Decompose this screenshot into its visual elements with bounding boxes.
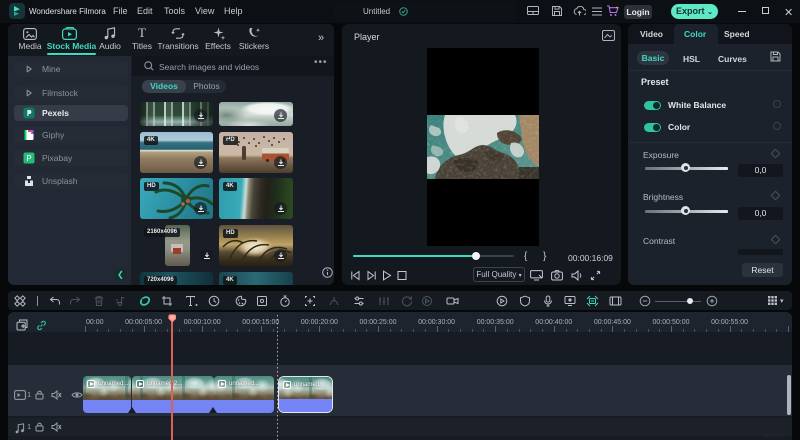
svg-text:P: P xyxy=(26,154,31,163)
